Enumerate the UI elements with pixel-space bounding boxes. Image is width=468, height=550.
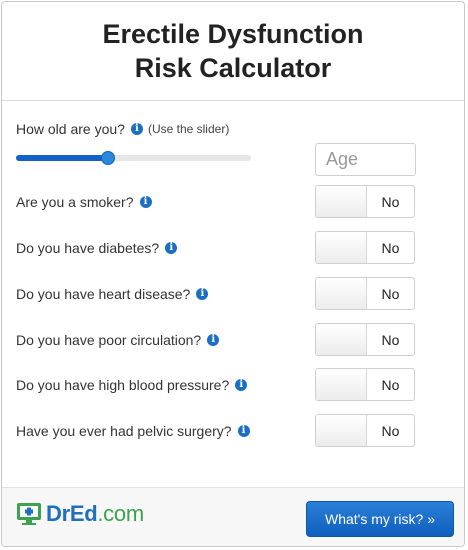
- toggle-knob: [316, 324, 367, 355]
- info-icon[interactable]: i: [235, 379, 248, 391]
- title-line-1: Erectile Dysfunction: [102, 19, 364, 49]
- footer: DrEd.com What's my risk? »: [2, 487, 464, 546]
- toggle-knob: [316, 415, 367, 446]
- age-slider-handle[interactable]: [100, 151, 115, 165]
- age-input[interactable]: [315, 143, 416, 176]
- toggle-value: No: [381, 331, 400, 348]
- form-body: How old are you? i (Use the slider) Are …: [2, 101, 464, 489]
- whats-my-risk-button[interactable]: What's my risk? »: [306, 501, 454, 537]
- toggle-knob: [316, 369, 367, 400]
- question-label: Do you have poor circulation?: [16, 332, 202, 348]
- monitor-cross-icon: [17, 503, 41, 525]
- toggle-knob: [316, 278, 367, 309]
- toggle-knob: [316, 186, 367, 217]
- toggle-value: No: [381, 193, 400, 210]
- pelvic-surgery-toggle[interactable]: No: [315, 414, 415, 447]
- logo-text: DrEd.com: [46, 501, 144, 527]
- info-icon[interactable]: i: [196, 288, 209, 300]
- toggle-value: No: [381, 239, 400, 256]
- question-label: Do you have heart disease?: [16, 286, 191, 302]
- diabetes-toggle[interactable]: No: [315, 231, 415, 264]
- age-hint: (Use the slider): [147, 122, 230, 136]
- question-label: Do you have diabetes?: [16, 240, 160, 256]
- info-icon[interactable]: i: [237, 425, 250, 437]
- logo-domain: .com: [97, 501, 144, 526]
- question-smoker: Are you a smoker? i: [16, 194, 152, 210]
- question-poor-circulation: Do you have poor circulation? i: [16, 332, 220, 348]
- age-slider[interactable]: [16, 151, 251, 165]
- question-pelvic-surgery: Have you ever had pelvic surgery? i: [16, 423, 250, 439]
- toggle-knob: [316, 232, 367, 263]
- age-question: How old are you? i (Use the slider): [16, 121, 229, 137]
- heart-disease-toggle[interactable]: No: [315, 277, 415, 310]
- toggle-value: No: [381, 422, 400, 439]
- question-high-blood-pressure: Do you have high blood pressure? i: [16, 377, 248, 393]
- toggle-value: No: [381, 376, 400, 393]
- smoker-toggle[interactable]: No: [315, 185, 415, 218]
- info-icon[interactable]: i: [207, 334, 220, 346]
- age-slider-fill: [16, 155, 108, 161]
- question-label: Do you have high blood pressure?: [16, 377, 230, 393]
- question-label: Are you a smoker?: [16, 194, 134, 210]
- high-blood-pressure-toggle[interactable]: No: [315, 368, 415, 401]
- calculator-card: Erectile Dysfunction Risk Calculator How…: [1, 1, 465, 547]
- logo-brand: DrEd: [46, 501, 98, 526]
- toggle-value: No: [381, 285, 400, 302]
- header: Erectile Dysfunction Risk Calculator: [2, 2, 464, 101]
- title-line-2: Risk Calculator: [134, 53, 332, 83]
- question-diabetes: Do you have diabetes? i: [16, 240, 178, 256]
- age-question-label: How old are you?: [16, 121, 125, 137]
- info-icon[interactable]: i: [139, 196, 152, 208]
- question-heart-disease: Do you have heart disease? i: [16, 286, 209, 302]
- info-icon[interactable]: i: [165, 242, 178, 254]
- question-label: Have you ever had pelvic surgery?: [16, 423, 232, 439]
- info-icon[interactable]: i: [130, 123, 143, 135]
- dred-logo[interactable]: DrEd.com: [16, 501, 144, 527]
- poor-circulation-toggle[interactable]: No: [315, 323, 415, 356]
